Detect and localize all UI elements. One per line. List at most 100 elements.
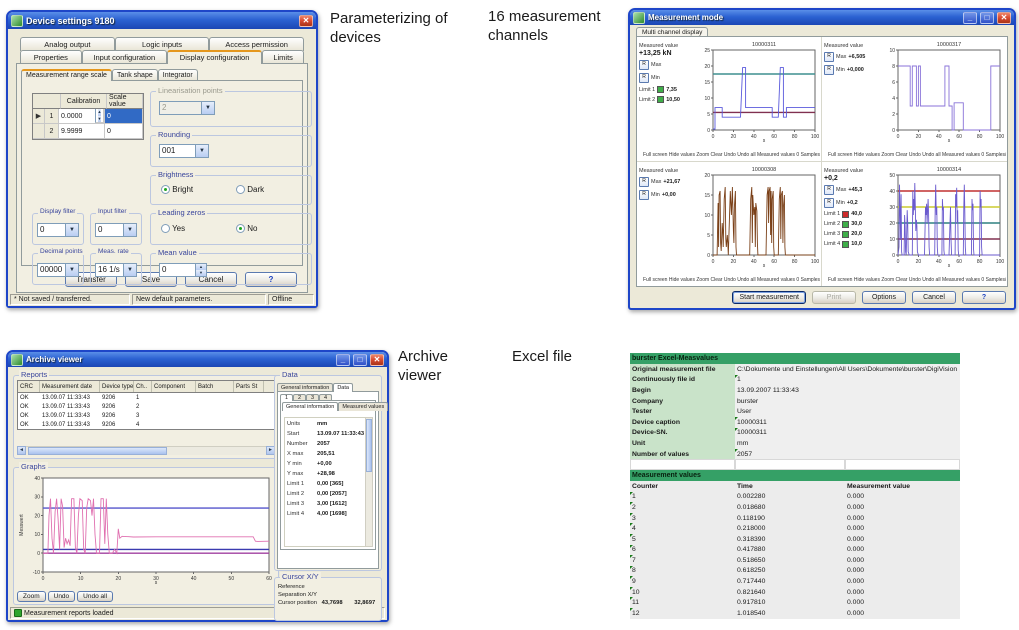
tab-access-permission[interactable]: Access permission bbox=[209, 37, 304, 51]
column-header[interactable]: Measurement date bbox=[40, 381, 100, 392]
minimize-icon[interactable]: _ bbox=[963, 12, 977, 24]
subtab-general-information[interactable]: General information bbox=[282, 402, 338, 411]
zoom-button[interactable]: Zoom bbox=[17, 591, 46, 602]
scroll-left-icon[interactable]: ◄ bbox=[17, 446, 26, 455]
tab-display-configuration[interactable]: Display configuration bbox=[167, 50, 262, 64]
help-button[interactable]: ? bbox=[962, 291, 1006, 304]
radio-yes[interactable]: Yes bbox=[161, 224, 185, 233]
display-filter-select[interactable]: 0▼ bbox=[37, 223, 79, 237]
channel-chart-3[interactable]: 1000030805101520020406080100s bbox=[697, 164, 819, 277]
chart-toolbar[interactable]: Full screen Hide values Zoom Clear Undo … bbox=[639, 276, 820, 286]
column-header[interactable]: Device type bbox=[100, 381, 134, 392]
input-filter-select[interactable]: 0▼ bbox=[95, 223, 137, 237]
vertical-scrollbar[interactable] bbox=[365, 417, 373, 547]
tab-analog-output[interactable]: Analog output bbox=[20, 37, 115, 51]
excel-data-row[interactable]: 110.9178100.000 bbox=[630, 597, 960, 608]
excel-info-row[interactable]: Number of values 2057 bbox=[630, 449, 960, 460]
table-row[interactable]: OK13.09.07 11:33:4392061 bbox=[18, 393, 274, 402]
svg-text:s: s bbox=[763, 138, 766, 143]
reset-button[interactable]: R bbox=[824, 198, 834, 208]
reset-button[interactable]: R bbox=[824, 52, 834, 62]
undo-button[interactable]: Undo bbox=[48, 591, 76, 602]
table-row[interactable]: 2 9.9999 0 bbox=[33, 124, 143, 139]
reports-table[interactable]: CRCMeasurement dateDevice typeCh..Compon… bbox=[17, 380, 275, 430]
scroll-thumb[interactable] bbox=[28, 447, 167, 455]
excel-data-row[interactable]: 100.8216400.000 bbox=[630, 587, 960, 598]
rounding-select[interactable]: 001▼ bbox=[159, 144, 209, 158]
chart-toolbar[interactable]: Full screen Hide values Zoom Clear Undo … bbox=[824, 276, 1006, 286]
tab-properties[interactable]: Properties bbox=[20, 50, 82, 64]
excel-info-row[interactable]: Device caption 10000311 bbox=[630, 417, 960, 428]
cancel-button[interactable]: Cancel bbox=[912, 291, 956, 304]
tab-input-configuration[interactable]: Input configuration bbox=[82, 50, 167, 64]
device-settings-titlebar[interactable]: Device settings 9180 ✕ bbox=[8, 12, 316, 29]
start-measurement-button[interactable]: Start measurement bbox=[732, 291, 806, 304]
excel-info-row[interactable]: Unit mm bbox=[630, 438, 960, 449]
excel-data-row[interactable]: 80.6182500.000 bbox=[630, 566, 960, 577]
decimal-points-select[interactable]: 00000▼ bbox=[37, 263, 79, 277]
excel-info-row[interactable]: Continuously file id 1 bbox=[630, 375, 960, 386]
table-row[interactable]: ▶1 0.0000▲▼ 0 bbox=[33, 109, 143, 124]
reset-button[interactable]: R bbox=[639, 177, 649, 187]
radio-dark[interactable]: Dark bbox=[236, 185, 264, 194]
close-icon[interactable]: ✕ bbox=[997, 12, 1011, 24]
excel-data-row[interactable]: 10.0022800.000 bbox=[630, 492, 960, 503]
column-header[interactable]: Component bbox=[152, 381, 196, 392]
archive-chart[interactable]: -100102030400102030405060sMesswert bbox=[17, 473, 273, 585]
radio-bright[interactable]: Bright bbox=[161, 185, 193, 194]
close-icon[interactable]: ✕ bbox=[299, 15, 313, 27]
horizontal-scrollbar[interactable]: ◄ ► bbox=[17, 446, 275, 455]
excel-data-row[interactable]: 20.0186800.000 bbox=[630, 502, 960, 513]
excel-data-row[interactable]: 30.1181900.000 bbox=[630, 513, 960, 524]
excel-data-row[interactable]: 50.3183900.000 bbox=[630, 534, 960, 545]
tab-limits[interactable]: Limits bbox=[262, 50, 304, 64]
meas-rate-select[interactable]: 16 1/s▼ bbox=[95, 263, 137, 277]
tab-data[interactable]: Data bbox=[333, 383, 353, 392]
excel-info-row[interactable]: Device-SN. 10000311 bbox=[630, 428, 960, 439]
column-header[interactable]: CRC bbox=[18, 381, 40, 392]
excel-info-row[interactable]: Begin 13.09.2007 11:33:43 bbox=[630, 385, 960, 396]
column-header[interactable]: Batch bbox=[196, 381, 234, 392]
excel-info-row[interactable]: Tester User bbox=[630, 406, 960, 417]
measurement-titlebar[interactable]: Measurement mode _ □ ✕ bbox=[630, 10, 1014, 25]
tab-measurement-range-scale[interactable]: Measurement range scale bbox=[21, 69, 112, 81]
subtab-measured-values[interactable]: Measured values bbox=[338, 402, 388, 411]
calibration-table[interactable]: Calibration Scale value ▶1 0.0000▲▼ 0 2 … bbox=[32, 93, 144, 140]
excel-data-row[interactable]: 70.5186500.000 bbox=[630, 555, 960, 566]
undo-all-button[interactable]: Undo all bbox=[77, 591, 113, 602]
chart-toolbar[interactable]: Full screen Hide values Zoom Clear Undo … bbox=[824, 151, 1006, 161]
channel-chart-2[interactable]: 100003170246810020406080100s bbox=[882, 39, 1004, 151]
maximize-icon[interactable]: □ bbox=[353, 354, 367, 366]
archive-titlebar[interactable]: Archive viewer _ □ ✕ bbox=[8, 352, 387, 367]
maximize-icon[interactable]: □ bbox=[980, 12, 994, 24]
channel-chart-4[interactable]: 1000031401020304050020406080100s bbox=[882, 164, 1004, 277]
close-icon[interactable]: ✕ bbox=[370, 354, 384, 366]
channel-chart-1[interactable]: 100003110510152025020406080100s bbox=[697, 39, 819, 151]
excel-info-row[interactable]: Company burster bbox=[630, 396, 960, 407]
mean-value-stepper[interactable]: 0 ▲▼ bbox=[159, 263, 207, 277]
table-row[interactable]: OK13.09.07 11:33:4392063 bbox=[18, 411, 274, 420]
column-header[interactable]: Ch.. bbox=[134, 381, 152, 392]
reset-button[interactable]: R bbox=[824, 185, 834, 195]
reset-button[interactable]: R bbox=[639, 73, 649, 83]
excel-data-row[interactable]: 60.4178800.000 bbox=[630, 545, 960, 556]
excel-data-row[interactable]: 90.7174400.000 bbox=[630, 576, 960, 587]
excel-data-row[interactable]: 40.2180000.000 bbox=[630, 523, 960, 534]
table-row[interactable]: OK13.09.07 11:33:4392064 bbox=[18, 420, 274, 429]
minimize-icon[interactable]: _ bbox=[336, 354, 350, 366]
column-header[interactable]: Parts St bbox=[234, 381, 264, 392]
tab-logic-inputs[interactable]: Logic inputs bbox=[115, 37, 210, 51]
chart-toolbar[interactable]: Full screen Hide values Zoom Clear Undo … bbox=[639, 151, 820, 161]
excel-blank-row[interactable] bbox=[630, 459, 960, 470]
reset-button[interactable]: R bbox=[639, 190, 649, 200]
radio-no[interactable]: No bbox=[236, 224, 257, 233]
reset-button[interactable]: R bbox=[639, 60, 649, 70]
table-row[interactable]: OK13.09.07 11:33:4392062 bbox=[18, 402, 274, 411]
excel-info-row[interactable]: Original measurement file C:\Dokumente u… bbox=[630, 364, 960, 375]
spinner-icons[interactable]: ▲▼ bbox=[195, 264, 206, 276]
print-button[interactable]: Print bbox=[812, 291, 856, 304]
reset-button[interactable]: R bbox=[824, 65, 834, 75]
excel-data-row[interactable]: 121.0185400.000 bbox=[630, 608, 960, 619]
options-button[interactable]: Options bbox=[862, 291, 906, 304]
tab-channel-1[interactable]: 1 bbox=[280, 394, 293, 401]
